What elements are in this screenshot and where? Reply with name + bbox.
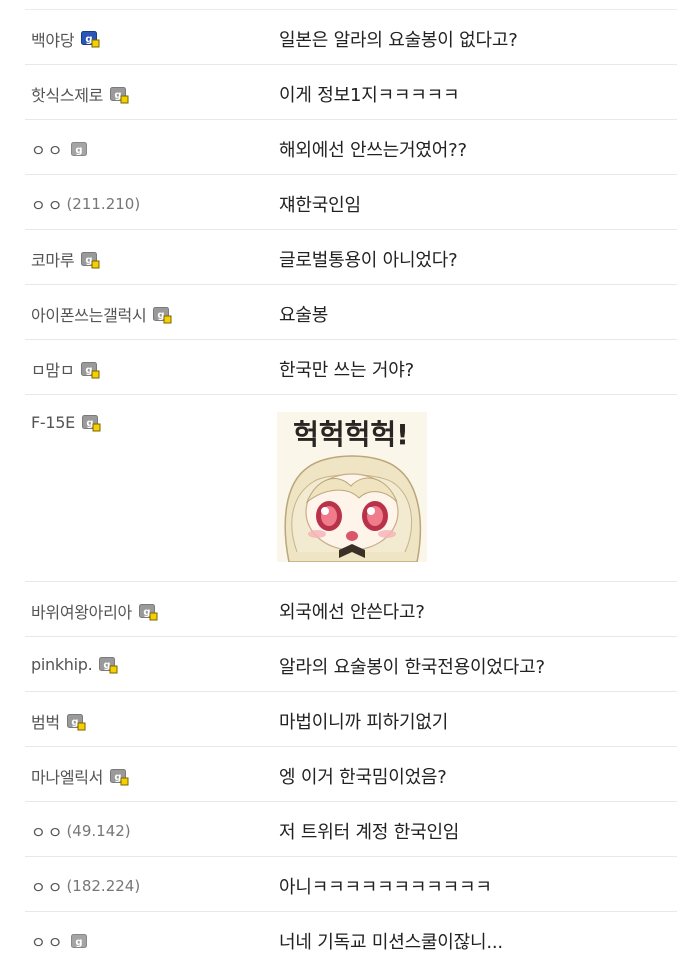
fixed-user-icon: g — [81, 252, 100, 269]
ip-address: (182.224) — [66, 877, 141, 895]
comment-row: 백야당 g 일본은 알라의 요술봉이 없다고? — [25, 9, 677, 64]
comment-row: F-15E g 헉헉헉헉! — [25, 394, 677, 581]
comment-text: 이게 정보1지ㅋㅋㅋㅋㅋ — [279, 85, 460, 106]
fixed-user-icon: g — [99, 657, 118, 674]
nickname[interactable]: ㅇㅇ — [31, 929, 64, 953]
comment-author[interactable]: ㅁ맘ㅁ g — [31, 357, 100, 381]
nickname[interactable]: ㅇㅇ — [31, 137, 64, 161]
comment-text: 아니ㅋㅋㅋㅋㅋㅋㅋㅋㅋㅋㅋ — [279, 877, 492, 898]
comment-author[interactable]: 핫식스제로 g — [31, 82, 129, 106]
comment-author[interactable]: 바위여왕아리아 g — [31, 599, 158, 623]
comment-text: 엥 이거 한국밈이었음? — [279, 767, 447, 788]
nickname[interactable]: 아이폰쓰는갤럭시 — [31, 302, 147, 326]
comment-text: 한국만 쓰는 거야? — [279, 360, 414, 381]
fixed-user-icon: g — [81, 31, 100, 48]
comment-text: 너네 기독교 미션스쿨이잖니... — [279, 932, 503, 953]
nickname[interactable]: 마나엘릭서 — [31, 764, 103, 788]
ip-address: (211.210) — [66, 195, 141, 213]
comment-row: 코마루 g 글로벌통용이 아니었다? — [25, 229, 677, 284]
comment-author[interactable]: pinkhip. g — [31, 654, 118, 674]
comment-row: 범벅 g 마법이니까 피하기없기 — [25, 691, 677, 746]
nickname[interactable]: ㅁ맘ㅁ — [31, 357, 75, 381]
comment-text: 요술봉 — [279, 305, 329, 326]
fixed-user-icon: g — [110, 769, 129, 786]
comment-author[interactable]: ㅇㅇ (182.224) — [31, 874, 140, 898]
comment-author[interactable]: 마나엘릭서 g — [31, 764, 129, 788]
comment-row: 바위여왕아리아 g 외국에선 안쓴다고? — [25, 581, 677, 636]
svg-text:g: g — [76, 145, 83, 156]
fixed-user-icon: g — [153, 307, 172, 324]
comment-row: 아이폰쓰는갤럭시 g 요술봉 — [25, 284, 677, 339]
fixed-user-icon: g — [81, 362, 100, 379]
comment-author[interactable]: ㅇㅇ g — [31, 929, 90, 953]
comment-row: ㅇㅇ g 해외에선 안쓰는거였어?? — [25, 119, 677, 174]
comment-text: 마법이니까 피하기없기 — [279, 712, 449, 733]
dccon-caption: 헉헉헉헉! — [293, 418, 409, 451]
nickname[interactable]: 핫식스제로 — [31, 82, 103, 106]
comment-text: 외국에선 안쓴다고? — [279, 602, 425, 623]
svg-text:g: g — [76, 937, 83, 948]
comment-author[interactable]: 아이폰쓰는갤럭시 g — [31, 302, 172, 326]
comment-text: 쟤한국인임 — [279, 195, 361, 216]
comment-row: ㅇㅇ g 너네 기독교 미션스쿨이잖니... — [25, 911, 677, 966]
nickname[interactable]: 백야당 — [31, 27, 75, 51]
comment-row: ㅇㅇ (49.142) 저 트위터 계정 한국인임 — [25, 801, 677, 856]
fixed-user-icon: g — [81, 415, 101, 432]
comment-text: 글로벌통용이 아니었다? — [279, 250, 458, 271]
comment-row: ㅇㅇ (211.210) 쟤한국인임 — [25, 174, 677, 229]
dccon-sticker-image[interactable]: 헉헉헉헉! — [277, 412, 427, 562]
comment-row: ㅁ맘ㅁ g 한국만 쓰는 거야? — [25, 339, 677, 394]
comment-author[interactable]: ㅇㅇ g — [31, 137, 90, 161]
nickname[interactable]: 코마루 — [31, 247, 75, 271]
comment-row: 핫식스제로 g 이게 정보1지ㅋㅋㅋㅋㅋ — [25, 64, 677, 119]
fixed-user-icon: g — [138, 604, 158, 621]
semi-fixed-user-icon: g — [71, 934, 90, 951]
comment-row: ㅇㅇ (182.224) 아니ㅋㅋㅋㅋㅋㅋㅋㅋㅋㅋㅋ — [25, 856, 677, 911]
fixed-user-icon: g — [110, 87, 129, 104]
comment-text: 해외에선 안쓰는거였어?? — [279, 140, 467, 161]
nickname[interactable]: 바위여왕아리아 — [31, 599, 132, 623]
nickname[interactable]: ㅇㅇ — [31, 192, 64, 216]
semi-fixed-user-icon: g — [71, 142, 90, 159]
comment-row: pinkhip. g 알라의 요술봉이 한국전용이었다고? — [25, 636, 677, 691]
comment-text: 저 트위터 계정 한국인임 — [279, 822, 460, 843]
comment-author[interactable]: 범벅 g — [31, 709, 86, 733]
nickname[interactable]: ㅇㅇ — [31, 819, 64, 843]
comment-author[interactable]: ㅇㅇ (211.210) — [31, 192, 140, 216]
comment-list: 백야당 g 일본은 알라의 요술봉이 없다고? 핫식스제로 g 이게 정보1지ㅋ… — [25, 0, 677, 966]
comment-row: 마나엘릭서 g 엥 이거 한국밈이었음? — [25, 746, 677, 801]
nickname[interactable]: pinkhip. — [31, 655, 93, 674]
comment-author[interactable]: ㅇㅇ (49.142) — [31, 819, 131, 843]
nickname[interactable]: F-15E — [31, 413, 75, 432]
comment-author[interactable]: F-15E g — [31, 412, 101, 432]
fixed-user-icon: g — [66, 714, 86, 731]
comment-text: 일본은 알라의 요술봉이 없다고? — [279, 30, 518, 51]
comment-author[interactable]: 백야당 g — [31, 27, 100, 51]
ip-address: (49.142) — [66, 822, 131, 840]
nickname[interactable]: 범벅 — [31, 709, 60, 733]
comment-author[interactable]: 코마루 g — [31, 247, 100, 271]
comment-text: 알라의 요술봉이 한국전용이었다고? — [279, 657, 545, 678]
nickname[interactable]: ㅇㅇ — [31, 874, 64, 898]
